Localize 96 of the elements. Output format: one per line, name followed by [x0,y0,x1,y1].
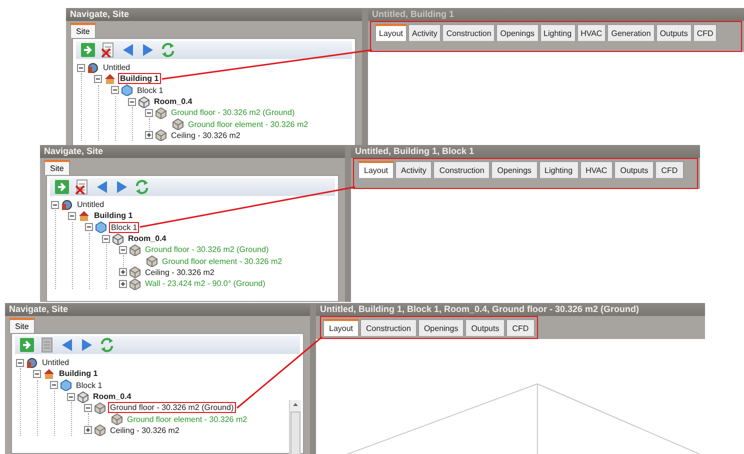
tree-item[interactable]: Room_0.4 [91,391,134,402]
expand-icon[interactable] [119,268,127,276]
editor-tab[interactable]: Outputs [614,161,654,178]
tree-item[interactable]: Ground floor element - 30.326 m2 [160,256,284,267]
cube-icon [129,278,141,290]
editor-tab[interactable]: Layout [323,319,360,336]
collapse-icon[interactable] [94,74,102,83]
tree-item[interactable]: Untitled [40,357,72,368]
cube-icon [94,402,106,414]
tree-item[interactable]: Wall - 23.424 m2 - 90.0° (Ground) [143,278,268,290]
cube-icon [129,244,141,256]
house-icon [78,210,90,222]
collapse-icon[interactable] [111,86,119,94]
cube-icon [129,266,141,278]
cube-icon [138,96,150,108]
cube-icon [155,129,167,142]
editor-tab[interactable]: Openings [491,161,538,178]
expand-icon[interactable] [145,131,153,140]
tree-item[interactable]: Ground floor - 30.326 m2 (Ground) [143,244,271,256]
refresh-icon[interactable] [134,179,150,195]
editor-tab[interactable]: Layout [375,24,408,41]
tree-item[interactable]: Ceiling - 30.326 m2 [169,130,242,141]
tree-item[interactable]: Ground floor element - 30.326 m2 [125,414,250,425]
tree-item[interactable]: Untitled [75,199,106,210]
collapse-icon[interactable] [67,392,75,401]
refresh-icon[interactable] [160,42,176,58]
editor-tab[interactable]: Activity [408,24,442,41]
editor-title: Untitled, Building 1, Block 1, Room_0.4, Ground floor - 30.326 m2 (Ground) [316,303,705,316]
delete-icon[interactable] [100,42,116,58]
site-tab[interactable]: Site [44,160,70,175]
tree-item[interactable]: Building 1 [57,368,100,380]
tree-item[interactable]: Block 1 [74,380,104,391]
tree-item[interactable]: Ceiling - 30.326 m2 [108,424,182,436]
editor-title: Untitled, Building 1, Block 1 [351,145,700,158]
editor-tab[interactable]: Lighting [538,161,579,178]
editor-tab[interactable]: Layout [358,161,394,178]
panel-title: Navigate, Site [5,303,310,316]
cube-icon [146,255,158,268]
editor-tab[interactable]: HVAC [576,24,606,41]
editor-tab[interactable]: Outputs [465,319,506,336]
collapse-icon[interactable] [145,108,153,117]
tree-item[interactable]: Room_0.4 [152,96,194,108]
editor-tab[interactable]: CFD [655,161,684,178]
refresh-icon[interactable] [99,337,115,353]
editor-tab[interactable]: Lighting [540,24,576,41]
editor-tab[interactable]: CFD [692,24,718,41]
collapse-icon[interactable] [16,358,24,367]
site-tab[interactable]: Site [9,318,35,333]
tree-item[interactable]: Building 1 [118,73,161,84]
cube-icon [121,84,133,96]
panel-title: Navigate, Site [66,8,362,21]
tree-item[interactable]: Untitled [101,62,132,74]
editor-title: Untitled, Building 1 [368,8,744,21]
collapse-icon[interactable] [51,200,59,209]
collapse-icon[interactable] [85,223,93,232]
cube-icon [112,232,124,245]
tree-item[interactable]: Building 1 [92,210,135,222]
house-icon [43,368,55,380]
cube-icon [94,424,106,436]
cube-icon [155,106,167,119]
editor-tab[interactable]: Generation [607,24,655,41]
tree-item[interactable]: Block 1 [135,84,166,96]
editor-tab[interactable]: CFD [506,319,535,336]
expand-icon[interactable] [84,426,92,434]
collapse-icon[interactable] [102,234,110,243]
tree-item[interactable]: Ground floor - 30.326 m2 (Ground) [169,107,297,118]
collapse-icon[interactable] [77,64,85,72]
panel-title: Navigate, Site [40,145,345,158]
collapse-icon[interactable] [50,381,58,390]
site-tab[interactable]: Site [70,23,96,38]
collapse-icon[interactable] [119,246,127,254]
cube-icon [172,118,184,130]
editor-tab[interactable]: HVAC [580,161,614,178]
tree-item[interactable]: Ground floor - 30.326 m2 (Ground) [108,402,236,414]
editor-tab[interactable]: Openings [496,24,539,41]
tree-item[interactable]: Ground floor element - 30.326 m2 [186,118,310,130]
editor-tab[interactable]: Outputs [656,24,692,41]
collapse-icon[interactable] [84,404,92,412]
collapse-icon[interactable] [128,98,136,106]
cube-icon [60,379,72,392]
collapse-icon[interactable] [68,212,76,220]
collapse-icon[interactable] [33,370,41,378]
house-icon [104,72,116,85]
expand-icon[interactable] [119,280,127,288]
tree-item[interactable]: Block 1 [109,222,140,233]
cube-icon [77,390,89,403]
tree-item[interactable]: Room_0.4 [126,233,168,244]
tree-item[interactable]: Ceiling - 30.326 m2 [143,266,216,278]
editor-tab[interactable]: Construction [360,319,417,336]
delete-icon[interactable] [74,179,90,195]
editor-tab[interactable]: Construction [433,161,490,178]
editor-tab[interactable]: Construction [442,24,496,41]
cube-icon [111,413,123,426]
editor-tab[interactable]: Activity [395,161,432,178]
editor-tab[interactable]: Openings [418,319,464,336]
cube-icon [95,221,107,234]
